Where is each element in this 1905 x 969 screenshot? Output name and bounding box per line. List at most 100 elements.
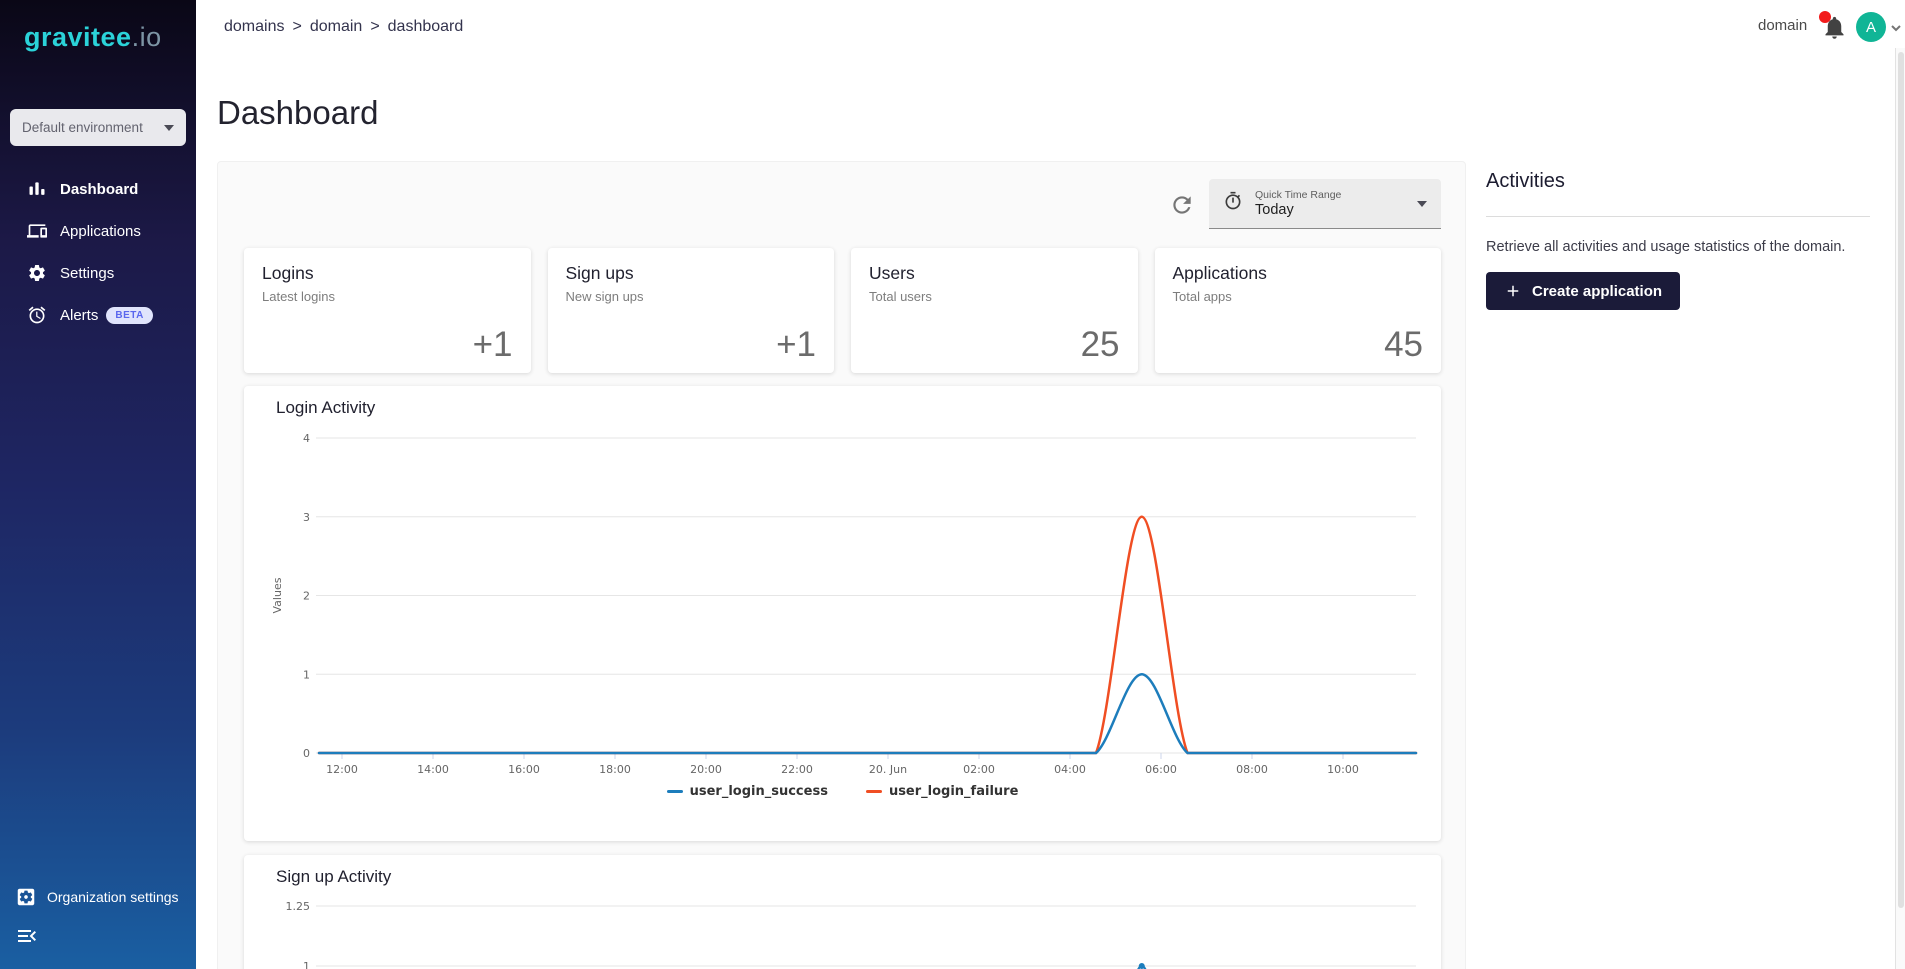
sidebar-item-dashboard[interactable]: Dashboard (0, 168, 196, 210)
svg-text:3: 3 (303, 511, 310, 524)
svg-text:14:00: 14:00 (417, 763, 449, 776)
svg-text:Values: Values (271, 577, 284, 613)
svg-text:1.25: 1.25 (286, 900, 311, 913)
environment-select[interactable]: Default environment (10, 109, 186, 146)
logo-brand-text: gravitee (24, 22, 132, 52)
quick-time-range-select[interactable]: Quick Time Range Today (1209, 179, 1441, 229)
refresh-icon (1169, 192, 1195, 218)
legend-dash (667, 790, 683, 793)
plus-icon (1504, 282, 1522, 300)
sidebar-footer: Organization settings (15, 886, 179, 950)
breadcrumb: domains > domain > dashboard (224, 18, 463, 36)
sidebar-item-settings[interactable]: Settings (0, 252, 196, 294)
stat-card-subtitle: Latest logins (262, 289, 513, 304)
svg-text:02:00: 02:00 (963, 763, 995, 776)
beta-badge: BETA (106, 307, 152, 324)
svg-text:20:00: 20:00 (690, 763, 722, 776)
refresh-button[interactable] (1169, 192, 1197, 220)
svg-text:18:00: 18:00 (599, 763, 631, 776)
stat-card-subtitle: Total apps (1173, 289, 1424, 304)
stat-card-subtitle: New sign ups (566, 289, 817, 304)
stat-card-title: Users (869, 263, 1120, 284)
legend-label: user_login_failure (889, 784, 1018, 799)
timer-icon (1223, 191, 1243, 216)
stat-card-value: +1 (473, 325, 513, 365)
login-activity-chart: 0123412:0014:0016:0018:0020:0022:0020. J… (244, 386, 1441, 841)
stat-card-title: Sign ups (566, 263, 817, 284)
quick-time-range-texts: Quick Time Range Today (1255, 189, 1417, 218)
stat-card-value: +1 (776, 325, 816, 365)
chart-legend: user_login_success user_login_failure (244, 784, 1441, 799)
activities-title: Activities (1486, 170, 1870, 193)
stat-cards-row: Logins Latest logins +1 Sign ups New sig… (244, 248, 1441, 373)
organization-settings-label: Organization settings (47, 889, 179, 905)
quick-time-range-label: Quick Time Range (1255, 189, 1417, 201)
organization-settings-link[interactable]: Organization settings (15, 886, 179, 908)
chevron-down-icon (1890, 22, 1902, 34)
user-menu-chevron[interactable] (1890, 21, 1902, 39)
svg-text:2: 2 (303, 590, 310, 603)
notification-badge (1819, 11, 1831, 23)
sidebar-item-label: Applications (60, 223, 141, 240)
activities-panel: Activities Retrieve all activities and u… (1486, 170, 1870, 310)
create-application-label: Create application (1532, 283, 1662, 300)
svg-text:08:00: 08:00 (1236, 763, 1268, 776)
chevron-down-icon (1417, 201, 1427, 207)
chart-title: Login Activity (276, 398, 375, 418)
chevron-down-icon (164, 125, 174, 131)
gear-square-icon (15, 886, 37, 908)
svg-text:16:00: 16:00 (508, 763, 540, 776)
svg-text:1: 1 (303, 960, 310, 969)
chart-title: Sign up Activity (276, 867, 391, 887)
stat-card-title: Applications (1173, 263, 1424, 284)
notifications-button[interactable] (1821, 14, 1848, 41)
current-domain-label: domain (1758, 17, 1807, 34)
sidebar-nav: Dashboard Applications Settings Alerts B… (0, 168, 196, 336)
activities-description: Retrieve all activities and usage statis… (1486, 239, 1870, 255)
menu-collapse-icon (15, 924, 39, 948)
svg-text:4: 4 (303, 432, 310, 445)
scrollbar-thumb[interactable] (1898, 52, 1904, 908)
divider (1486, 216, 1870, 217)
breadcrumb-separator: > (292, 18, 301, 35)
svg-text:06:00: 06:00 (1145, 763, 1177, 776)
signup-activity-chart: 1.25 1 (244, 855, 1441, 969)
stat-card-title: Logins (262, 263, 513, 284)
breadcrumb-dashboard[interactable]: dashboard (388, 18, 464, 35)
collapse-sidebar-button[interactable] (15, 924, 41, 950)
svg-text:20. Jun: 20. Jun (869, 763, 907, 776)
legend-user-login-success[interactable]: user_login_success (667, 784, 828, 799)
environment-select-value: Default environment (22, 120, 164, 135)
stat-card-logins: Logins Latest logins +1 (244, 248, 531, 373)
sidebar-item-applications[interactable]: Applications (0, 210, 196, 252)
legend-dash (866, 790, 882, 793)
legend-label: user_login_success (690, 784, 828, 799)
gravitee-logo[interactable]: gravitee.io (24, 22, 162, 53)
page-title: Dashboard (217, 94, 378, 132)
stat-card-signups: Sign ups New sign ups +1 (548, 248, 835, 373)
sidebar: gravitee.io Default environment Dashboar… (0, 0, 196, 969)
svg-text:10:00: 10:00 (1327, 763, 1359, 776)
create-application-button[interactable]: Create application (1486, 272, 1680, 310)
svg-text:22:00: 22:00 (781, 763, 813, 776)
svg-text:0: 0 (303, 747, 310, 760)
gear-icon (27, 263, 47, 283)
stat-card-subtitle: Total users (869, 289, 1120, 304)
gravitee-am-console: gravitee.io Default environment Dashboar… (0, 0, 1905, 969)
svg-text:12:00: 12:00 (326, 763, 358, 776)
stat-card-users: Users Total users 25 (851, 248, 1138, 373)
bar-chart-icon (27, 179, 47, 199)
logo-tld-text: .io (132, 22, 162, 52)
stat-card-value: 45 (1384, 325, 1423, 365)
sidebar-item-alerts[interactable]: Alerts BETA (0, 294, 196, 336)
alarm-clock-icon (27, 305, 47, 325)
svg-text:04:00: 04:00 (1054, 763, 1086, 776)
legend-user-login-failure[interactable]: user_login_failure (866, 784, 1018, 799)
avatar[interactable]: A (1856, 12, 1886, 42)
breadcrumb-domain[interactable]: domain (310, 18, 362, 35)
breadcrumb-domains[interactable]: domains (224, 18, 284, 35)
breadcrumb-separator: > (370, 18, 379, 35)
signup-activity-card: 1.25 1 Sign up Activity (244, 855, 1441, 969)
login-activity-card: 0123412:0014:0016:0018:0020:0022:0020. J… (244, 386, 1441, 841)
sidebar-item-label: Settings (60, 265, 114, 282)
